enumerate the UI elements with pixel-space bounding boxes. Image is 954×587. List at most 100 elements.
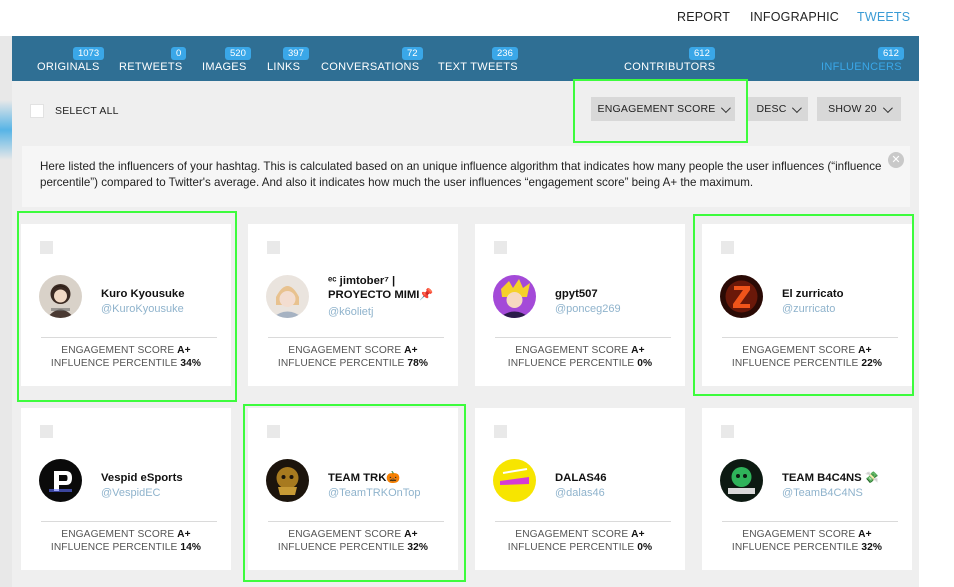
engagement-value: A+ (404, 345, 418, 356)
tab-images[interactable]: 520 IMAGES (201, 36, 261, 81)
order-value: DESC (756, 103, 787, 115)
engagement-score: ENGAGEMENT SCORE A+ (21, 345, 231, 356)
user-handle[interactable]: @VespidEC (101, 487, 160, 499)
engagement-label: ENGAGEMENT SCORE (288, 529, 402, 540)
tab-influencers[interactable]: 612 INFLUENCERS (820, 36, 910, 81)
avatar[interactable] (493, 459, 536, 502)
engagement-score: ENGAGEMENT SCORE A+ (248, 529, 458, 540)
avatar[interactable] (493, 275, 536, 318)
influence-label: INFLUENCE PERCENTILE (507, 542, 635, 553)
divider (41, 337, 217, 338)
user-handle[interactable]: @KuroKyousuke (101, 303, 184, 315)
user-name[interactable]: ᵉᶜ jimtober⁷ | PROYECTO MIMI📌 (328, 274, 450, 302)
influencer-card: TEAM B4C4NS 💸 @TeamB4C4NS ENGAGEMENT SCO… (702, 408, 912, 570)
influence-value: 32% (407, 542, 429, 553)
card-checkbox[interactable] (267, 241, 280, 254)
nav-report-link[interactable]: REPORT (677, 10, 730, 24)
influence-label: INFLUENCE PERCENTILE (731, 542, 859, 553)
engagement-value: A+ (631, 345, 645, 356)
tab-count-badge: 397 (283, 47, 309, 60)
influence-percentile: INFLUENCE PERCENTILE 34% (21, 358, 231, 369)
engagement-label: ENGAGEMENT SCORE (742, 529, 856, 540)
engagement-score: ENGAGEMENT SCORE A+ (475, 345, 685, 356)
avatar[interactable] (39, 275, 82, 318)
card-checkbox[interactable] (494, 425, 507, 438)
user-handle[interactable]: @zurricato (782, 303, 835, 315)
card-checkbox[interactable] (40, 425, 53, 438)
tab-links[interactable]: 397 LINKS (267, 36, 312, 81)
avatar[interactable] (720, 275, 763, 318)
tab-label: CONTRIBUTORS (624, 61, 716, 73)
chevron-down-icon (721, 102, 732, 113)
select-all-checkbox[interactable] (30, 104, 44, 118)
influencer-card: TEAM TRK🎃 @TeamTRKOnTop ENGAGEMENT SCORE… (248, 408, 458, 570)
tab-count-badge: 612 (878, 47, 904, 60)
sort-by-value: ENGAGEMENT SCORE (597, 103, 716, 115)
tab-conversations[interactable]: 72 CONVERSATIONS (321, 36, 426, 81)
user-handle[interactable]: @dalas46 (555, 487, 605, 499)
avatar[interactable] (720, 459, 763, 502)
tab-text-tweets[interactable]: 236 TEXT TWEETS (437, 36, 527, 81)
user-name[interactable]: Vespid eSports (101, 471, 223, 485)
user-name[interactable]: El zurricato (782, 287, 904, 301)
tab-count-badge: 72 (402, 47, 423, 60)
engagement-score: ENGAGEMENT SCORE A+ (248, 345, 458, 356)
user-handle[interactable]: @TeamTRKOnTop (328, 487, 420, 499)
influence-value: 0% (637, 542, 653, 553)
select-all-label: SELECT ALL (55, 105, 119, 117)
avatar[interactable] (266, 459, 309, 502)
user-name[interactable]: DALAS46 (555, 471, 677, 485)
divider (41, 521, 217, 522)
user-handle[interactable]: @k6olietj (328, 306, 373, 318)
tab-label: TEXT TWEETS (438, 61, 518, 73)
divider (495, 521, 671, 522)
show-count-value: SHOW 20 (828, 103, 877, 115)
influence-label: INFLUENCE PERCENTILE (50, 542, 178, 553)
card-checkbox[interactable] (494, 241, 507, 254)
engagement-score: ENGAGEMENT SCORE A+ (475, 529, 685, 540)
tab-retweets[interactable]: 0 RETWEETS (119, 36, 187, 81)
divider (268, 337, 444, 338)
info-banner: Here listed the influencers of your hash… (22, 146, 910, 207)
user-handle[interactable]: @ponceg269 (555, 303, 621, 315)
user-handle[interactable]: @TeamB4C4NS (782, 487, 863, 499)
user-name[interactable]: gpyt507 (555, 287, 677, 301)
card-checkbox[interactable] (721, 425, 734, 438)
engagement-label: ENGAGEMENT SCORE (742, 345, 856, 356)
avatar[interactable] (266, 275, 309, 318)
chevron-down-icon (882, 102, 893, 113)
influence-percentile: INFLUENCE PERCENTILE 32% (702, 542, 912, 553)
select-all-control[interactable]: SELECT ALL (30, 104, 119, 118)
user-name[interactable]: TEAM TRK🎃 (328, 471, 450, 485)
engagement-label: ENGAGEMENT SCORE (61, 345, 175, 356)
show-count-dropdown[interactable]: SHOW 20 (817, 97, 901, 121)
user-name[interactable]: Kuro Kyousuke (101, 287, 223, 301)
chevron-down-icon (792, 102, 803, 113)
tab-bar: 1073 ORIGINALS 0 RETWEETS 520 IMAGES 397… (12, 36, 919, 81)
tab-originals[interactable]: 1073 ORIGINALS (36, 36, 105, 81)
user-name[interactable]: TEAM B4C4NS 💸 (782, 471, 904, 485)
close-icon[interactable]: ✕ (888, 152, 904, 168)
tab-contributors[interactable]: 612 CONTRIBUTORS (623, 36, 723, 81)
left-sidebar-strip (0, 36, 12, 587)
influence-value: 14% (180, 542, 202, 553)
card-checkbox[interactable] (267, 425, 280, 438)
info-text: Here listed the influencers of your hash… (40, 160, 882, 189)
divider (495, 337, 671, 338)
engagement-label: ENGAGEMENT SCORE (61, 529, 175, 540)
engagement-value: A+ (404, 529, 418, 540)
card-checkbox[interactable] (721, 241, 734, 254)
engagement-score: ENGAGEMENT SCORE A+ (702, 345, 912, 356)
influence-value: 22% (861, 358, 883, 369)
tab-label: INFLUENCERS (821, 61, 902, 73)
avatar[interactable] (39, 459, 82, 502)
influencer-card: Kuro Kyousuke @KuroKyousuke ENGAGEMENT S… (21, 224, 231, 386)
sort-by-dropdown[interactable]: ENGAGEMENT SCORE (591, 97, 735, 121)
nav-tweets-link[interactable]: TWEETS (857, 10, 910, 24)
tab-label: LINKS (267, 61, 301, 73)
order-dropdown[interactable]: DESC (748, 97, 808, 121)
tab-count-badge: 236 (492, 47, 518, 60)
engagement-label: ENGAGEMENT SCORE (288, 345, 402, 356)
card-checkbox[interactable] (40, 241, 53, 254)
nav-infographic-link[interactable]: INFOGRAPHIC (750, 10, 839, 24)
